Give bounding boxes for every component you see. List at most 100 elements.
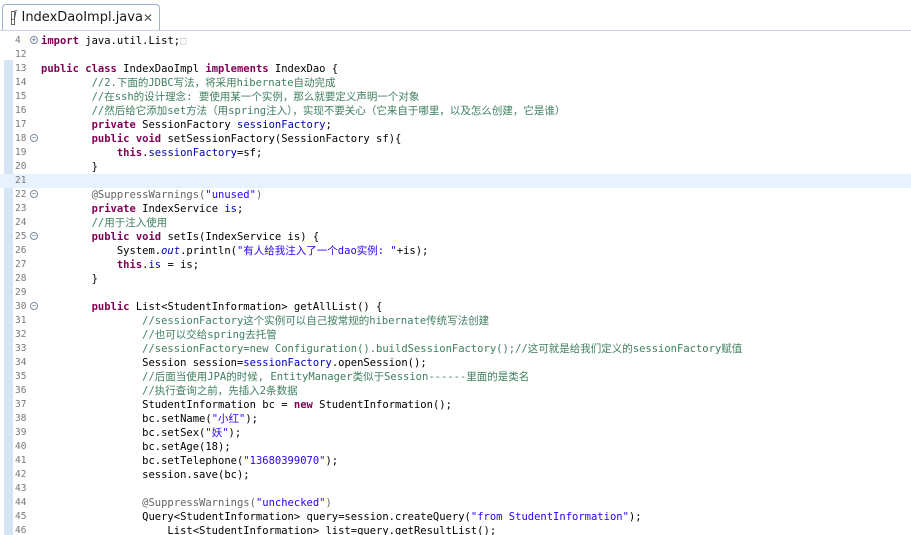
code-line[interactable]: 12 — [0, 48, 911, 62]
code-token: Query<StudentInformation> query=session.… — [41, 511, 471, 523]
code-line[interactable]: 37 StudentInformation bc = new StudentIn… — [0, 398, 911, 412]
line-code: private IndexService is; — [41, 202, 244, 216]
collapse-fold-icon[interactable]: − — [30, 134, 38, 142]
code-line[interactable]: 27 this.is = is; — [0, 258, 911, 272]
line-number: 42 — [15, 469, 27, 480]
code-token: bc.setTelephone( — [41, 455, 244, 467]
code-token: ; — [325, 119, 332, 131]
code-token: IndexService — [135, 203, 225, 215]
code-line[interactable]: 17 private SessionFactory sessionFactory… — [0, 118, 911, 132]
code-line[interactable]: 14 //2.下面的JDBC写法，将采用hibernate自动完成 — [0, 76, 911, 90]
code-line[interactable]: 29 — [0, 286, 911, 300]
code-line[interactable]: 20 } — [0, 160, 911, 174]
code-token: session.save(bc); — [41, 469, 250, 481]
code-line[interactable]: 30− public List<StudentInformation> getA… — [0, 300, 911, 314]
code-token: ) — [325, 497, 332, 509]
code-line[interactable]: 39 bc.setSex("妖"); — [0, 426, 911, 440]
line-number: 35 — [15, 371, 27, 382]
code-line[interactable]: 43 — [0, 482, 911, 496]
code-token: List<StudentInformation> getAllList() { — [129, 301, 383, 313]
code-token: } — [41, 161, 98, 173]
code-token: java.util.List; — [78, 35, 181, 47]
collapse-fold-icon[interactable]: − — [30, 190, 38, 198]
line-code: Session session=sessionFactory.openSessi… — [41, 356, 427, 370]
line-number: 18 — [15, 133, 27, 144]
code-token: public — [91, 301, 130, 313]
line-number: 4 — [15, 35, 21, 46]
code-line[interactable]: 38 bc.setName("小红"); — [0, 412, 911, 426]
code-line[interactable]: 18− public void setSessionFactory(Sessio… — [0, 132, 911, 146]
line-code: @SuppressWarnings("unused") — [41, 188, 263, 202]
editor-tab-bar: IndexDaoImpl.java ✕ — [0, 0, 911, 31]
code-line[interactable]: 33 //sessionFactory=new Configuration().… — [0, 342, 911, 356]
line-number: 22 — [15, 189, 27, 200]
code-line[interactable]: 35 //后面当使用JPA的时候, EntityManager类似于Sessio… — [0, 370, 911, 384]
code-token: □ — [180, 35, 187, 47]
code-line[interactable]: 23 private IndexService is; — [0, 202, 911, 216]
code-line[interactable]: 45 Query<StudentInformation> query=sessi… — [0, 510, 911, 524]
code-line[interactable]: 24 //用于注入使用 — [0, 216, 911, 230]
code-line[interactable]: 25− public void setIs(IndexService is) { — [0, 230, 911, 244]
code-line[interactable]: 13 public class IndexDaoImpl implements I… — [0, 62, 911, 76]
line-number: 37 — [15, 399, 27, 410]
line-code: StudentInformation bc = new StudentInfor… — [41, 398, 452, 412]
line-number: 15 — [15, 91, 27, 102]
code-token: //2.下面的JDBC写法，将采用hibernate自动完成 — [41, 77, 336, 89]
line-number: 16 — [15, 105, 27, 116]
code-token: =sf; — [237, 147, 263, 159]
code-line[interactable]: 32 //也可以交给spring去托管 — [0, 328, 911, 342]
code-token: ) — [255, 189, 263, 201]
code-line[interactable]: 34 Session session=sessionFactory.openSe… — [0, 356, 911, 370]
code-line[interactable]: 46 List<StudentInformation> list=query.g… — [0, 524, 911, 535]
line-code: bc.setName("小红"); — [41, 412, 258, 426]
collapse-fold-icon[interactable]: − — [30, 232, 38, 240]
code-token: StudentInformation bc = — [41, 399, 294, 411]
code-token: @SuppressWarnings( — [41, 497, 256, 509]
code-line[interactable]: 19 this.sessionFactory=sf; — [0, 146, 911, 160]
code-line[interactable]: 28 } — [0, 272, 911, 286]
code-line[interactable]: 40 bc.setAge(18); — [0, 440, 911, 454]
close-icon[interactable]: ✕ — [143, 11, 153, 25]
code-line[interactable]: 31 //sessionFactory这个实例可以自己按常规的hibernate… — [0, 314, 911, 328]
code-token: setIs(IndexService is) { — [161, 231, 320, 243]
code-line[interactable]: 36 //执行查询之前，先插入2条数据 — [0, 384, 911, 398]
expand-fold-icon[interactable]: + — [30, 36, 38, 44]
line-code: //然后给它添加set方法（用spring注入），实现不要关心（它来自于哪里，以… — [41, 104, 566, 118]
code-line[interactable]: 42 session.save(bc); — [0, 468, 911, 482]
code-token: StudentInformation(); — [312, 399, 452, 411]
line-number: 38 — [15, 413, 27, 424]
code-token: //也可以交给spring去托管 — [41, 329, 277, 341]
line-code: this.sessionFactory=sf; — [41, 146, 262, 160]
code-line[interactable]: 15 //在ssh的设计理念: 要使用某一个实例，那么就要定义声明一个对象 — [0, 90, 911, 104]
code-token: "小红" — [211, 413, 246, 425]
line-code: List<StudentInformation> list=query.getR… — [41, 524, 496, 535]
line-number: 33 — [15, 343, 27, 354]
line-code: //sessionFactory这个实例可以自己按常规的hibernate传统写… — [41, 314, 489, 328]
line-code: } — [41, 160, 98, 174]
code-line[interactable]: 26 System.out.println("有人给我注入了一个dao实例: "… — [0, 244, 911, 258]
collapse-fold-icon[interactable]: − — [30, 302, 38, 310]
code-line[interactable]: 4 + import java.util.List;□ — [0, 34, 911, 48]
tab-indexdaoimpl[interactable]: IndexDaoImpl.java ✕ — [2, 4, 160, 30]
code-line[interactable]: 44 @SuppressWarnings("unchecked") — [0, 496, 911, 510]
code-line[interactable]: 16 //然后给它添加set方法（用spring注入），实现不要关心（它来自于哪… — [0, 104, 911, 118]
code-line[interactable]: 21 — [0, 174, 911, 188]
line-number: 21 — [15, 175, 27, 186]
line-number: 26 — [15, 245, 27, 256]
code-editor[interactable]: 4 + import java.util.List;□ 12 13 public clas… — [0, 31, 911, 535]
line-code: import java.util.List;□ — [41, 34, 186, 48]
line-number: 44 — [15, 497, 27, 508]
code-line[interactable]: 22− @SuppressWarnings("unused") — [0, 188, 911, 202]
line-number: 45 — [15, 511, 27, 522]
code-line[interactable]: 41 bc.setTelephone("13680399070"); — [0, 454, 911, 468]
code-token: "13680399070" — [243, 455, 326, 467]
code-token: IndexDaoImpl — [116, 63, 206, 75]
line-code: private SessionFactory sessionFactory; — [41, 118, 332, 132]
code-token: //在ssh的设计理念: 要使用某一个实例，那么就要定义声明一个对象 — [41, 91, 420, 103]
line-code: public void setIs(IndexService is) { — [41, 230, 320, 244]
code-token: ); — [228, 427, 242, 439]
code-token: = is; — [161, 259, 200, 271]
